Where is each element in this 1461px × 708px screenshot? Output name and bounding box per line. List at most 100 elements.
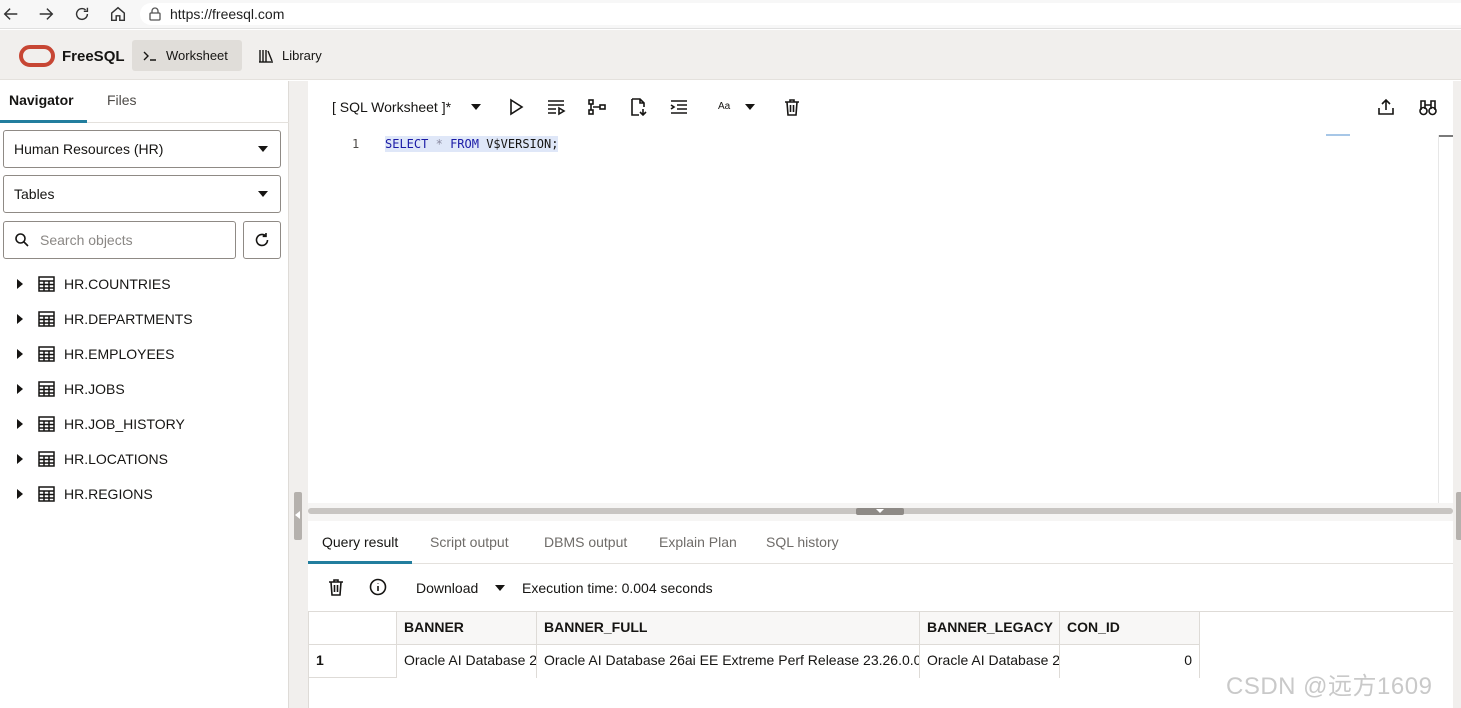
run-script-icon bbox=[548, 100, 566, 116]
tab-sql-history[interactable]: SQL history bbox=[752, 521, 853, 564]
oracle-logo-icon bbox=[19, 45, 55, 67]
table-icon bbox=[38, 451, 55, 467]
tab-files[interactable]: Files bbox=[98, 81, 146, 123]
vertical-splitter[interactable] bbox=[289, 81, 308, 708]
grid-corner-cell bbox=[309, 612, 397, 645]
reload-icon[interactable] bbox=[71, 4, 93, 24]
home-icon[interactable] bbox=[107, 4, 129, 24]
back-arrow-icon[interactable] bbox=[0, 4, 22, 24]
tree-item-table[interactable]: HR.JOBS bbox=[0, 372, 289, 407]
explain-plan-button[interactable] bbox=[587, 97, 607, 117]
expand-arrow-icon[interactable] bbox=[17, 489, 23, 499]
tab-query-result[interactable]: Query result bbox=[308, 521, 413, 564]
table-cell[interactable]: Oracle AI Database 2 bbox=[920, 645, 1060, 678]
schema-select[interactable]: Human Resources (HR) bbox=[3, 130, 281, 168]
code-text[interactable]: SELECT * FROM V$VERSION; bbox=[385, 136, 559, 152]
table-icon bbox=[38, 311, 55, 327]
tree-item-label: HR.COUNTRIES bbox=[64, 276, 171, 292]
table-cell[interactable]: 0 bbox=[1060, 645, 1200, 678]
tab-worksheet[interactable]: Worksheet bbox=[132, 40, 242, 71]
play-icon bbox=[510, 98, 524, 116]
editor-toolbar: [ SQL Worksheet ]* Aa bbox=[308, 81, 1453, 133]
collapse-handle-icon[interactable] bbox=[856, 508, 904, 515]
sql-editor: [ SQL Worksheet ]* Aa 1 SELECT * FROM V$… bbox=[308, 81, 1453, 503]
lock-icon bbox=[149, 7, 161, 21]
editor-scrollbar[interactable] bbox=[1438, 135, 1453, 503]
upload-share-icon bbox=[1378, 98, 1394, 115]
font-size-label[interactable]: Aa bbox=[718, 101, 730, 112]
file-download-icon bbox=[631, 98, 647, 117]
info-button[interactable] bbox=[368, 577, 388, 597]
navigator-tabs: Navigator Files bbox=[0, 81, 289, 123]
refresh-button[interactable] bbox=[243, 221, 281, 259]
find-replace-button[interactable] bbox=[1418, 97, 1438, 117]
table-icon bbox=[38, 416, 55, 432]
table-icon bbox=[38, 276, 55, 292]
column-header[interactable]: BANNER_FULL bbox=[537, 612, 920, 645]
tree-item-table[interactable]: HR.JOB_HISTORY bbox=[0, 407, 289, 442]
expand-arrow-icon[interactable] bbox=[17, 454, 23, 464]
run-statement-button[interactable] bbox=[506, 97, 526, 117]
expand-arrow-icon[interactable] bbox=[17, 384, 23, 394]
tree-item-table[interactable]: HR.COUNTRIES bbox=[0, 267, 289, 302]
trash-icon bbox=[785, 99, 799, 116]
collapse-handle-icon[interactable] bbox=[294, 492, 302, 540]
address-bar[interactable]: https://freesql.com bbox=[140, 3, 1461, 25]
row-number-cell[interactable]: 1 bbox=[309, 645, 397, 678]
table-cell[interactable]: Oracle AI Database 26ai EE Extreme Perf … bbox=[537, 645, 920, 678]
tree-item-table[interactable]: HR.EMPLOYEES bbox=[0, 337, 289, 372]
search-icon bbox=[15, 233, 29, 247]
format-indent-icon bbox=[670, 100, 687, 114]
save-file-button[interactable] bbox=[628, 97, 648, 117]
worksheet-title[interactable]: [ SQL Worksheet ]* bbox=[332, 99, 451, 115]
tree-item-table[interactable]: HR.LOCATIONS bbox=[0, 442, 289, 477]
run-script-button[interactable] bbox=[546, 97, 566, 117]
column-header[interactable]: BANNER_LEGACY bbox=[920, 612, 1060, 645]
download-button[interactable]: Download bbox=[416, 580, 478, 596]
expand-arrow-icon[interactable] bbox=[17, 314, 23, 324]
share-button[interactable] bbox=[1376, 97, 1396, 117]
search-field bbox=[3, 221, 236, 259]
tab-dbms-output[interactable]: DBMS output bbox=[530, 521, 641, 564]
expand-arrow-icon[interactable] bbox=[17, 419, 23, 429]
schema-select-value: Human Resources (HR) bbox=[14, 141, 164, 157]
object-type-select[interactable]: Tables bbox=[3, 175, 281, 213]
tab-navigator[interactable]: Navigator bbox=[0, 81, 87, 123]
expand-handle-icon[interactable] bbox=[1456, 492, 1461, 540]
tree-item-label: HR.JOB_HISTORY bbox=[64, 416, 185, 432]
chevron-down-icon[interactable] bbox=[745, 104, 755, 110]
refresh-icon bbox=[255, 233, 269, 247]
app-header: FreeSQL Worksheet Library bbox=[0, 30, 1461, 80]
clear-results-button[interactable] bbox=[326, 577, 346, 597]
code-line[interactable]: 1 SELECT * FROM V$VERSION; bbox=[308, 136, 1438, 154]
line-number: 1 bbox=[352, 137, 360, 151]
horizontal-splitter[interactable] bbox=[308, 503, 1453, 521]
table-icon bbox=[38, 486, 55, 502]
binoculars-icon bbox=[1419, 100, 1437, 116]
explain-plan-icon bbox=[588, 99, 606, 115]
table-icon bbox=[38, 346, 55, 362]
search-input[interactable] bbox=[40, 232, 220, 248]
results-tabs: Query result Script output DBMS output Expl… bbox=[308, 521, 1453, 564]
expand-arrow-icon[interactable] bbox=[17, 349, 23, 359]
chevron-down-icon[interactable] bbox=[471, 104, 481, 110]
watermark: CSDN @远方1609 bbox=[1226, 673, 1433, 700]
info-icon bbox=[369, 578, 387, 596]
table-icon bbox=[38, 381, 55, 397]
tab-explain-plan[interactable]: Explain Plan bbox=[645, 521, 751, 564]
tree-item-table[interactable]: HR.REGIONS bbox=[0, 477, 289, 512]
clear-editor-button[interactable] bbox=[782, 97, 802, 117]
chevron-down-icon[interactable] bbox=[495, 585, 505, 591]
expand-arrow-icon[interactable] bbox=[17, 279, 23, 289]
brand-name: FreeSQL bbox=[62, 48, 125, 65]
table-cell[interactable]: Oracle AI Database 2 bbox=[397, 645, 537, 678]
column-header[interactable]: CON_ID bbox=[1060, 612, 1200, 645]
forward-arrow-icon[interactable] bbox=[35, 4, 57, 24]
column-header[interactable]: BANNER bbox=[397, 612, 537, 645]
trash-icon bbox=[329, 579, 343, 596]
tree-item-table[interactable]: HR.DEPARTMENTS bbox=[0, 302, 289, 337]
format-code-button[interactable] bbox=[669, 97, 689, 117]
tab-script-output[interactable]: Script output bbox=[416, 521, 523, 564]
tab-library[interactable]: Library bbox=[248, 40, 332, 71]
browser-toolbar: https://freesql.com bbox=[0, 0, 1461, 29]
